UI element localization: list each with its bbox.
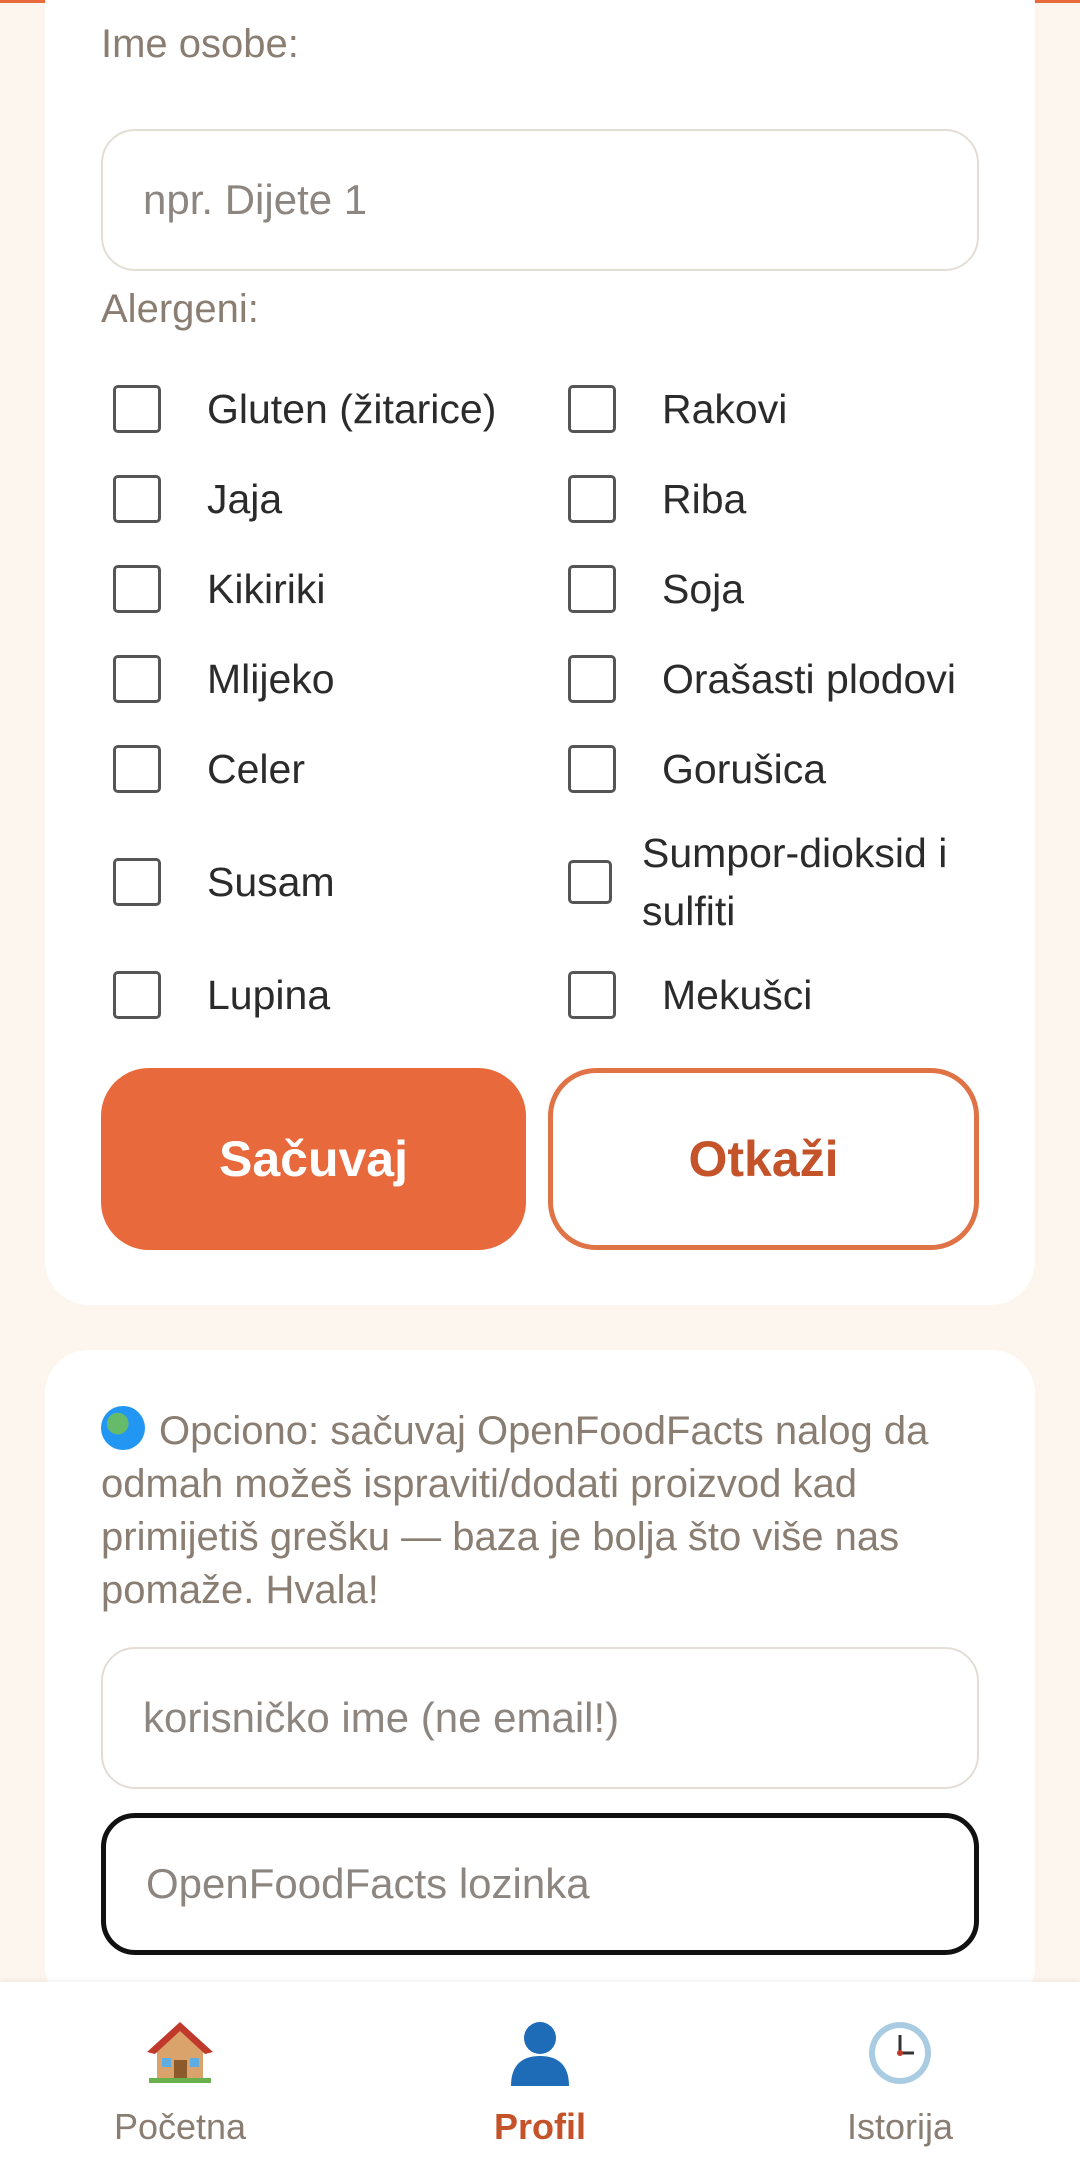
off-username-input[interactable] <box>101 1647 979 1789</box>
allergen-label: Susam <box>207 859 335 905</box>
checkbox[interactable] <box>113 745 161 793</box>
nav-profile-label: Profil <box>493 2106 586 2147</box>
allergen-rakovi[interactable]: Rakovi <box>568 380 787 438</box>
globe-icon <box>101 1406 145 1450</box>
checkbox[interactable] <box>113 971 161 1019</box>
name-label: Ime osobe: <box>101 22 299 66</box>
allergen-susam[interactable]: Susam <box>113 853 335 911</box>
allergen-label: Mlijeko <box>207 656 335 702</box>
checkbox[interactable] <box>568 565 616 613</box>
allergen-label: Gorušica <box>662 746 827 792</box>
off-password-input[interactable] <box>101 1813 979 1955</box>
allergen-label: Rakovi <box>662 386 788 432</box>
allergens-label: Alergeni: <box>101 287 259 331</box>
allergen-riba[interactable]: Riba <box>568 470 746 528</box>
allergen-label: Gluten (žitarice) <box>207 386 497 432</box>
checkbox[interactable] <box>113 385 161 433</box>
allergen-label: Lupina <box>207 972 331 1018</box>
checkbox[interactable] <box>113 858 161 906</box>
allergen-label: Soja <box>662 566 745 612</box>
off-info-message: Opciono: sačuvaj OpenFoodFacts nalog da … <box>101 1409 929 1612</box>
person-name-input[interactable] <box>101 129 979 271</box>
allergen-gluten[interactable]: Gluten (žitarice) <box>113 380 496 438</box>
clock-icon <box>865 2018 935 2088</box>
checkbox[interactable] <box>568 971 616 1019</box>
person-icon <box>505 2018 575 2088</box>
allergen-label: Kikiriki <box>207 566 326 612</box>
allergen-orasasti-plodovi[interactable]: Orašasti plodovi <box>568 650 956 708</box>
save-button[interactable]: Sačuvaj <box>101 1068 526 1250</box>
allergen-kikiriki[interactable]: Kikiriki <box>113 560 325 618</box>
house-icon <box>145 2018 215 2088</box>
cancel-button[interactable]: Otkaži <box>548 1068 979 1250</box>
checkbox[interactable] <box>113 565 161 613</box>
allergen-mekusci[interactable]: Mekušci <box>568 966 812 1024</box>
checkbox[interactable] <box>568 385 616 433</box>
nav-home[interactable]: Početna <box>30 1982 330 2158</box>
checkbox[interactable] <box>568 860 612 904</box>
checkbox[interactable] <box>568 745 616 793</box>
allergen-lupina[interactable]: Lupina <box>113 966 330 1024</box>
nav-profile[interactable]: Profil <box>390 1982 690 2158</box>
checkbox[interactable] <box>568 475 616 523</box>
allergen-sumpor-dioksid[interactable]: Sumpor-dioksid i sulfiti <box>568 824 992 940</box>
nav-home-label: Početna <box>113 2106 247 2147</box>
allergen-jaja[interactable]: Jaja <box>113 470 282 528</box>
allergen-label: Jaja <box>207 476 283 522</box>
checkbox[interactable] <box>113 475 161 523</box>
nav-history-label: Istorija <box>846 2106 954 2147</box>
off-info-text: Opciono: sačuvaj OpenFoodFacts nalog da … <box>101 1405 981 1617</box>
nav-history[interactable]: Istorija <box>750 1982 1050 2158</box>
allergen-celer[interactable]: Celer <box>113 740 305 798</box>
allergen-label: Orašasti plodovi <box>662 656 956 702</box>
allergen-label: Celer <box>207 746 305 792</box>
allergen-label: Sumpor-dioksid i sulfiti <box>642 830 948 934</box>
checkbox[interactable] <box>113 655 161 703</box>
allergen-mlijeko[interactable]: Mlijeko <box>113 650 335 708</box>
checkbox[interactable] <box>568 655 616 703</box>
allergen-gorusica[interactable]: Gorušica <box>568 740 826 798</box>
allergen-soja[interactable]: Soja <box>568 560 744 618</box>
bottom-nav: Početna Profil Istorija <box>0 1982 1080 2158</box>
allergen-label: Mekušci <box>662 972 813 1018</box>
allergen-label: Riba <box>662 476 747 522</box>
